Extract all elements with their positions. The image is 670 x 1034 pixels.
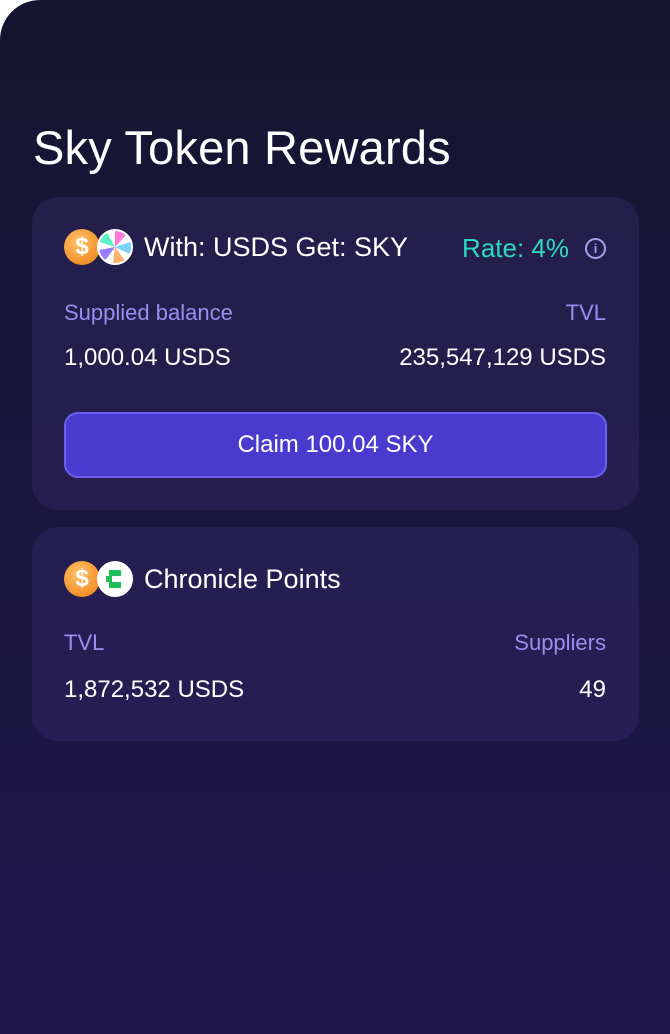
chronicle-points-card[interactable]: $ Chronicle Points TVL Suppliers 1,872,5… <box>32 527 639 741</box>
chronicle-icon <box>97 561 133 597</box>
token-pair-icons: $ <box>64 559 136 599</box>
tvl-label: TVL <box>64 630 105 655</box>
card-title: Chronicle Points <box>144 563 341 594</box>
claim-button[interactable]: Claim 100.04 SKY <box>64 412 607 478</box>
card-header: $ With: USDS Get: SKY <box>64 227 408 267</box>
card-header: $ Chronicle Points <box>64 559 341 599</box>
sky-token-icon <box>97 229 133 265</box>
tvl-value: 235,547,129 USDS <box>399 344 606 371</box>
usds-coin-icon: $ <box>64 229 100 265</box>
page-title: Sky Token Rewards <box>33 121 451 174</box>
rewards-panel: Sky Token Rewards $ With: USDS Get: SKY … <box>0 0 670 1034</box>
token-pair-icons: $ <box>64 227 136 267</box>
tvl-value: 1,872,532 USDS <box>64 676 245 703</box>
suppliers-value: 49 <box>579 676 606 703</box>
rate-label: Rate: 4% <box>462 233 569 263</box>
suppliers-label: Suppliers <box>514 630 606 655</box>
usds-coin-icon: $ <box>64 561 100 597</box>
supplied-balance-value: 1,000.04 USDS <box>64 344 231 371</box>
sky-reward-card[interactable]: $ With: USDS Get: SKY Rate: 4% i Supplie… <box>32 197 639 510</box>
supplied-balance-label: Supplied balance <box>64 300 233 325</box>
info-icon[interactable]: i <box>585 238 606 259</box>
card-title: With: USDS Get: SKY <box>144 231 409 262</box>
tvl-label: TVL <box>565 300 606 325</box>
